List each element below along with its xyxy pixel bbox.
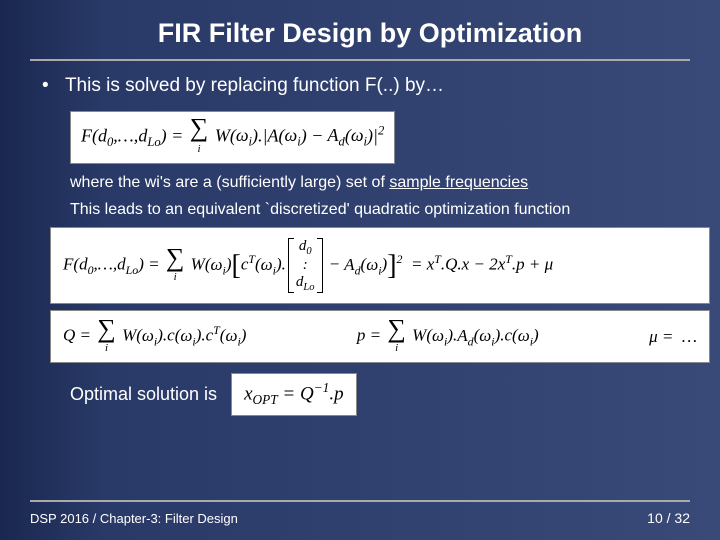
- formula-optimal: xOPT = Q−1.p: [231, 373, 357, 415]
- page-total: 32: [674, 510, 690, 526]
- content-area: • This is solved by replacing function F…: [0, 61, 720, 416]
- slide: FIR Filter Design by Optimization • This…: [0, 0, 720, 540]
- note1-a: where the wi's are a (sufficiently large…: [70, 174, 389, 191]
- title-area: FIR Filter Design by Optimization: [0, 0, 720, 55]
- formula-f-sum: F(d0,…,dLo) = ∑i W(ωi).|A(ωi) − Ad(ωi)|2: [70, 111, 395, 164]
- divider-bottom: [30, 500, 690, 502]
- slide-title: FIR Filter Design by Optimization: [80, 18, 660, 49]
- footer-row: DSP 2016 / Chapter-3: Filter Design 10 /…: [30, 510, 690, 526]
- formula-discretized: F(d0,…,dLo) = ∑i W(ωi)[cT(ωi).d0:dLo − A…: [50, 227, 710, 305]
- formula-qpmu: Q = ∑i W(ωi).c(ωi).cT(ωi) p = ∑i W(ωi).A…: [50, 310, 710, 363]
- bullet-dot: •: [42, 75, 60, 97]
- page-number: 10 / 32: [647, 510, 690, 526]
- formula-p: p = ∑i W(ωi).Ad(ωi).c(ωi): [357, 319, 539, 354]
- page-sep: /: [663, 510, 675, 526]
- bullet-item: • This is solved by replacing function F…: [30, 75, 690, 97]
- note1-b: sample frequencies: [389, 174, 528, 191]
- optimal-line: Optimal solution is xOPT = Q−1.p: [30, 373, 690, 415]
- formula-q: Q = ∑i W(ωi).c(ωi).cT(ωi): [63, 319, 246, 354]
- page-current: 10: [647, 510, 663, 526]
- footer-left: DSP 2016 / Chapter-3: Filter Design: [30, 511, 238, 526]
- note-line-2: This leads to an equivalent `discretized…: [30, 199, 690, 221]
- footer: DSP 2016 / Chapter-3: Filter Design 10 /…: [0, 500, 720, 526]
- bullet-text: This is solved by replacing function F(.…: [65, 75, 444, 96]
- formula-mu: μ = …: [649, 327, 697, 347]
- note-line-1: where the wi's are a (sufficiently large…: [30, 172, 690, 194]
- optimal-label: Optimal solution is: [70, 384, 217, 405]
